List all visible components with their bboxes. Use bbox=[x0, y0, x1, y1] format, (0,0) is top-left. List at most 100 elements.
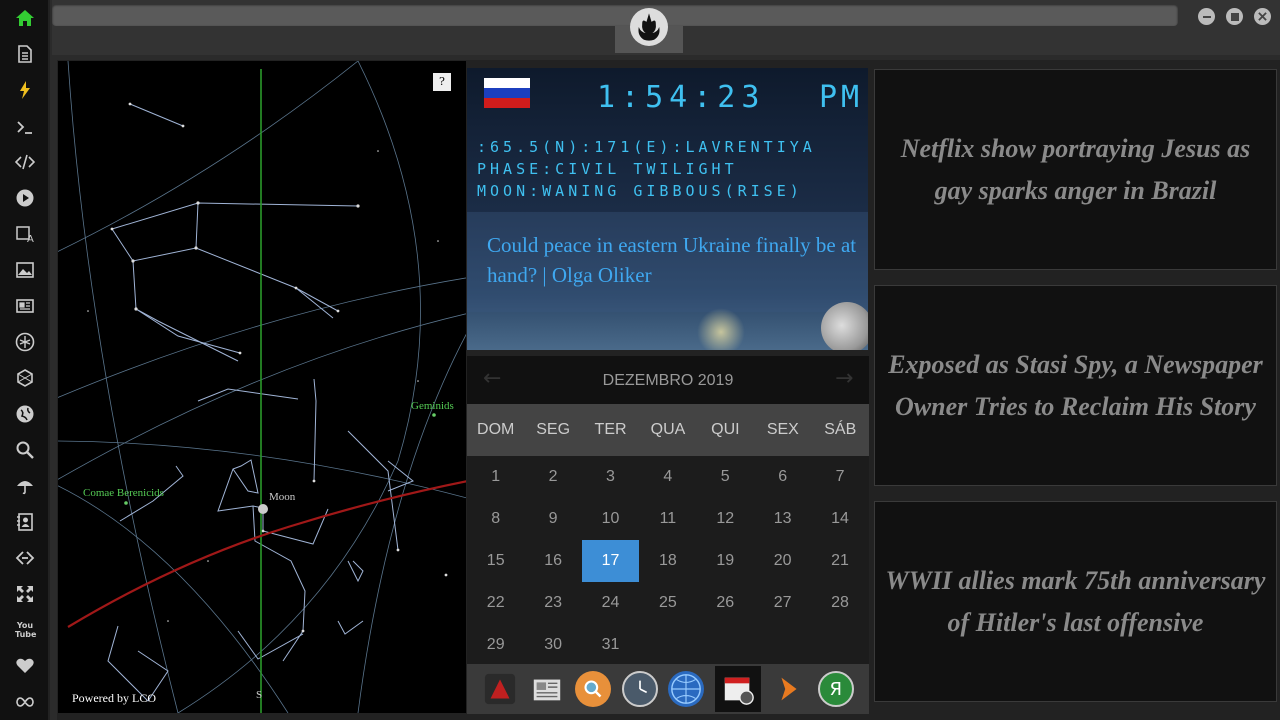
calendar-day[interactable]: 13 bbox=[754, 498, 811, 540]
russia-flag-icon bbox=[484, 78, 530, 108]
close-button[interactable] bbox=[1254, 8, 1271, 25]
infinity-icon[interactable] bbox=[12, 689, 38, 715]
forward-app-icon[interactable] bbox=[771, 671, 807, 707]
calendar-day[interactable]: 20 bbox=[754, 540, 811, 582]
image-icon[interactable] bbox=[12, 257, 38, 283]
vpn-icon[interactable] bbox=[482, 671, 518, 707]
clock-time: 1:54:23 bbox=[597, 80, 766, 115]
calendar-day[interactable]: 12 bbox=[697, 498, 754, 540]
calendar-day[interactable]: 6 bbox=[754, 456, 811, 498]
clock-app-icon[interactable] bbox=[621, 671, 658, 707]
hexagon-icon[interactable] bbox=[12, 365, 38, 391]
play-icon[interactable] bbox=[12, 185, 38, 211]
search-icon[interactable] bbox=[12, 437, 38, 463]
comae-berenicids-label: Comae Berenicids bbox=[83, 487, 164, 499]
rebel-icon[interactable] bbox=[12, 329, 38, 355]
news-app-icon[interactable] bbox=[529, 671, 565, 707]
heart-icon[interactable] bbox=[12, 653, 38, 679]
calendar-day[interactable]: 3 bbox=[582, 456, 639, 498]
phase-line: PHASE:CIVIL TWILIGHT bbox=[477, 160, 738, 178]
calendar-day[interactable]: 1 bbox=[467, 456, 524, 498]
calendar-day[interactable]: 5 bbox=[697, 456, 754, 498]
sky-chart bbox=[58, 61, 466, 713]
calendar-day[interactable]: 19 bbox=[697, 540, 754, 582]
youtube-icon[interactable]: You Tube bbox=[12, 617, 38, 643]
calendar-day[interactable]: 27 bbox=[754, 582, 811, 624]
document-icon[interactable] bbox=[12, 41, 38, 67]
globe-icon[interactable] bbox=[12, 401, 38, 427]
calendar-week-row: 15 16 17 18 19 20 21 bbox=[467, 540, 869, 582]
calendar-header: ← DEZEMBRO 2019 → bbox=[467, 356, 869, 404]
contacts-icon[interactable] bbox=[12, 509, 38, 535]
translate-icon[interactable]: A bbox=[12, 221, 38, 247]
globe-app-icon[interactable] bbox=[668, 671, 705, 707]
calendar-day[interactable]: 29 bbox=[467, 624, 524, 666]
sun-glow-icon bbox=[697, 308, 745, 350]
calendar-day[interactable]: 2 bbox=[524, 456, 581, 498]
address-field[interactable] bbox=[52, 4, 1178, 26]
moon-line: MOON:WANING GIBBOUS(RISE) bbox=[477, 182, 803, 200]
calendar-title: DEZEMBRO 2019 bbox=[602, 372, 734, 389]
home-icon[interactable] bbox=[12, 5, 38, 31]
calendar-day[interactable]: 28 bbox=[811, 582, 868, 624]
news-card[interactable]: Netflix show portraying Jesus as gay spa… bbox=[874, 69, 1277, 270]
calendar-grid: 1 2 3 4 5 6 7 8 9 10 11 12 13 14 15 16 17 18 19 20 21 22 23 24 2… bbox=[467, 456, 869, 666]
calendar-day[interactable]: 18 bbox=[639, 540, 696, 582]
expand-icon[interactable] bbox=[12, 581, 38, 607]
news-card[interactable]: WWII allies mark 75th anniversary of Hit… bbox=[874, 501, 1277, 702]
clock-headline[interactable]: Could peace in eastern Ukraine finally b… bbox=[487, 230, 857, 290]
calendar-day[interactable]: 30 bbox=[524, 624, 581, 666]
calendar-day[interactable]: 24 bbox=[582, 582, 639, 624]
calendar-day[interactable]: 11 bbox=[639, 498, 696, 540]
weekday-label: QUA bbox=[650, 421, 686, 438]
weekday-label: SEG bbox=[536, 421, 571, 438]
calendar-day bbox=[811, 624, 868, 666]
calendar-day[interactable]: 14 bbox=[811, 498, 868, 540]
weekday-label: TER bbox=[594, 421, 627, 438]
yandex-icon[interactable]: Я bbox=[817, 671, 854, 707]
calendar-day[interactable]: 22 bbox=[467, 582, 524, 624]
app-dock: Я bbox=[467, 664, 869, 714]
sidebar: A You Tube bbox=[0, 0, 50, 720]
calendar-day-selected[interactable]: 17 bbox=[581, 540, 640, 582]
powered-by-label[interactable]: Powered by LCO bbox=[72, 691, 156, 706]
sky-map[interactable]: ? Geminids Comae Berenicids Moon S Power… bbox=[58, 61, 466, 713]
moon-phase-icon bbox=[821, 302, 868, 350]
calendar-day[interactable]: 16 bbox=[524, 540, 581, 582]
calendar-day[interactable]: 21 bbox=[811, 540, 868, 582]
calendar-day[interactable]: 26 bbox=[697, 582, 754, 624]
calendar-week-row: 22 23 24 25 26 27 28 bbox=[467, 582, 869, 624]
next-month-icon[interactable]: → bbox=[835, 366, 853, 391]
calendar-day[interactable]: 10 bbox=[582, 498, 639, 540]
calendar-week-row: 1234567 bbox=[467, 456, 869, 498]
south-label: S bbox=[256, 689, 263, 701]
calendar-day[interactable]: 7 bbox=[811, 456, 868, 498]
news-card[interactable]: Exposed as Stasi Spy, a Newspaper Owner … bbox=[874, 285, 1277, 486]
help-button[interactable]: ? bbox=[433, 73, 451, 91]
lightning-icon[interactable] bbox=[12, 77, 38, 103]
location-line: :65.5(N):171(E):LAVRENTIYA bbox=[477, 138, 816, 156]
weekday-header: DOM SEG TER QUA QUI SEX SÁB bbox=[467, 404, 869, 456]
calendar-day[interactable]: 25 bbox=[639, 582, 696, 624]
calendar-day[interactable]: 23 bbox=[524, 582, 581, 624]
calendar-day[interactable]: 31 bbox=[582, 624, 639, 666]
world-clock-panel: 1:54:23 PM :65.5(N):171(E):LAVRENTIYA PH… bbox=[467, 68, 868, 350]
newspaper-icon[interactable] bbox=[12, 293, 38, 319]
calendar-week-row: 8 9 10 11 12 13 14 bbox=[467, 498, 869, 540]
calendar-day[interactable]: 15 bbox=[467, 540, 524, 582]
calendar-day[interactable]: 4 bbox=[639, 456, 696, 498]
news-title: WWII allies mark 75th anniversary of Hit… bbox=[885, 565, 1266, 637]
search-app-icon[interactable] bbox=[575, 671, 612, 707]
minimize-button[interactable] bbox=[1198, 8, 1215, 25]
news-title: Netflix show portraying Jesus as gay spa… bbox=[900, 133, 1251, 205]
umbrella-icon[interactable] bbox=[12, 473, 38, 499]
terminal-icon[interactable] bbox=[12, 114, 38, 140]
maximize-button[interactable] bbox=[1226, 8, 1243, 25]
calendar-app-icon[interactable] bbox=[714, 666, 761, 712]
weekday-label: SÁB bbox=[824, 421, 857, 438]
code-icon[interactable] bbox=[12, 149, 38, 175]
calendar-day[interactable]: 9 bbox=[524, 498, 581, 540]
link-icon[interactable] bbox=[12, 545, 38, 571]
calendar-day[interactable]: 8 bbox=[467, 498, 524, 540]
title-bar bbox=[52, 0, 1280, 55]
